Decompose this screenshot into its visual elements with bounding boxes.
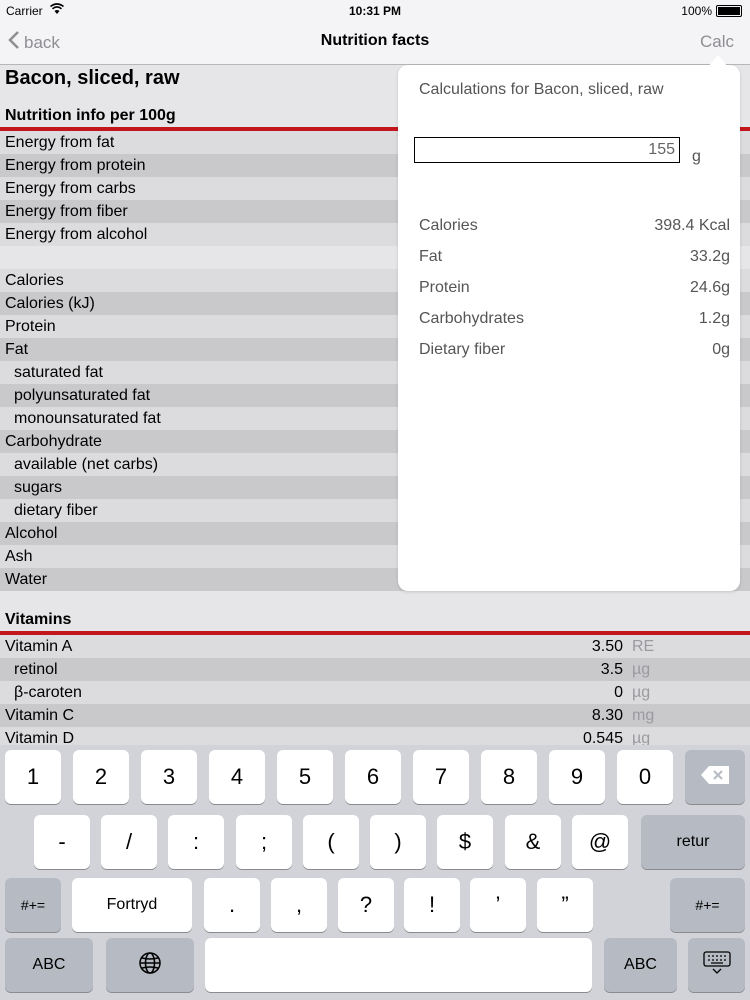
table-row: retinol 3.5 µg bbox=[0, 658, 750, 681]
key-exclamation[interactable]: ! bbox=[404, 878, 460, 932]
key-3[interactable]: 3 bbox=[141, 750, 197, 804]
abc-key-left[interactable]: ABC bbox=[5, 938, 93, 992]
calc-row-protein: Protein 24.6g bbox=[419, 279, 730, 297]
vitamin-unit: µg bbox=[632, 730, 651, 745]
globe-key[interactable] bbox=[106, 938, 194, 992]
key-period[interactable]: . bbox=[204, 878, 260, 932]
calc-label: Calories bbox=[419, 217, 478, 234]
key-comma[interactable]: , bbox=[271, 878, 327, 932]
calc-value: 1.2g bbox=[698, 310, 730, 327]
vitamins-section: Vitamins Vitamin A 3.50 RE retinol 3.5 µ… bbox=[0, 609, 750, 745]
navigation-bar: back Nutrition facts Calc bbox=[0, 22, 750, 65]
key-1[interactable]: 1 bbox=[5, 750, 61, 804]
calc-row-carbohydrates: Carbohydrates 1.2g bbox=[419, 310, 730, 328]
table-row: Vitamin A 3.50 RE bbox=[0, 635, 750, 658]
keyboard: 1 2 3 4 5 6 7 8 9 0 - / : ; ( ) $ & @ re… bbox=[0, 745, 750, 1000]
delete-key[interactable] bbox=[685, 750, 745, 804]
calc-row-fat: Fat 33.2g bbox=[419, 248, 730, 266]
calc-value: 0g bbox=[712, 341, 730, 358]
amount-input[interactable] bbox=[414, 137, 680, 163]
clock: 10:31 PM bbox=[348, 4, 402, 18]
keyboard-hide-icon bbox=[702, 950, 731, 980]
backspace-icon bbox=[700, 765, 730, 790]
calc-label: Protein bbox=[419, 279, 470, 296]
vitamin-name: Vitamin D bbox=[5, 730, 75, 745]
key-2[interactable]: 2 bbox=[73, 750, 129, 804]
key-7[interactable]: 7 bbox=[413, 750, 469, 804]
vitamin-unit: RE bbox=[632, 638, 655, 655]
vitamin-name: Vitamin C bbox=[5, 707, 75, 724]
calc-row-calories: Calories 398.4 Kcal bbox=[419, 217, 730, 235]
key-question[interactable]: ? bbox=[338, 878, 394, 932]
symbols-key-left[interactable]: #+= bbox=[5, 878, 61, 932]
key-semicolon[interactable]: ; bbox=[236, 815, 292, 869]
table-row: Vitamin D 0.545 µg bbox=[0, 727, 750, 745]
globe-icon bbox=[138, 951, 162, 980]
key-slash[interactable]: / bbox=[101, 815, 157, 869]
vitamin-value: 0 bbox=[614, 684, 623, 701]
key-4[interactable]: 4 bbox=[209, 750, 265, 804]
table-row: Vitamin C 8.30 mg bbox=[0, 704, 750, 727]
dismiss-keyboard-key[interactable] bbox=[688, 938, 745, 992]
calc-label: Fat bbox=[419, 248, 443, 265]
undo-key[interactable]: Fortryd bbox=[72, 878, 192, 932]
battery-icon bbox=[716, 5, 742, 17]
calc-label: Carbohydrates bbox=[419, 310, 524, 327]
key-ampersand[interactable]: & bbox=[505, 815, 561, 869]
calc-value: 24.6g bbox=[689, 279, 730, 296]
vitamin-name: β-caroten bbox=[14, 684, 82, 701]
key-0[interactable]: 0 bbox=[617, 750, 673, 804]
calc-label: Dietary fiber bbox=[419, 341, 506, 358]
vitamin-value: 3.50 bbox=[591, 638, 623, 655]
key-open-paren[interactable]: ( bbox=[303, 815, 359, 869]
popover-title: Calculations for Bacon, sliced, raw bbox=[419, 81, 664, 98]
key-dollar[interactable]: $ bbox=[437, 815, 493, 869]
page-title: Nutrition facts bbox=[320, 32, 430, 49]
return-key[interactable]: retur bbox=[641, 815, 745, 869]
key-6[interactable]: 6 bbox=[345, 750, 401, 804]
key-colon[interactable]: : bbox=[168, 815, 224, 869]
amount-unit: g bbox=[692, 148, 701, 165]
key-hyphen[interactable]: - bbox=[34, 815, 90, 869]
space-key[interactable] bbox=[205, 938, 592, 992]
vitamin-unit: mg bbox=[632, 707, 655, 724]
symbols-key-right[interactable]: #+= bbox=[670, 878, 745, 932]
food-title: Bacon, sliced, raw bbox=[5, 67, 180, 89]
calc-row-dietary-fiber: Dietary fiber 0g bbox=[419, 341, 730, 359]
vitamin-value: 0.545 bbox=[582, 730, 623, 745]
key-5[interactable]: 5 bbox=[277, 750, 333, 804]
calc-popover: Calculations for Bacon, sliced, raw g Ca… bbox=[398, 55, 740, 591]
table-row: β-caroten 0 µg bbox=[0, 681, 750, 704]
calc-value: 33.2g bbox=[689, 248, 730, 265]
vitamin-name: Vitamin A bbox=[5, 638, 73, 655]
vitamin-value: 3.5 bbox=[600, 661, 623, 678]
key-apostrophe[interactable]: ’ bbox=[470, 878, 526, 932]
vitamins-header: Vitamins bbox=[0, 609, 750, 635]
battery-level: 100% bbox=[681, 4, 712, 18]
key-9[interactable]: 9 bbox=[549, 750, 605, 804]
vitamin-unit: µg bbox=[632, 661, 651, 678]
status-bar: Carrier 10:31 PM 100% bbox=[0, 0, 750, 22]
key-at[interactable]: @ bbox=[572, 815, 628, 869]
key-close-paren[interactable]: ) bbox=[370, 815, 426, 869]
calc-value: 398.4 Kcal bbox=[654, 217, 730, 234]
key-8[interactable]: 8 bbox=[481, 750, 537, 804]
calc-button[interactable]: Calc bbox=[700, 32, 734, 52]
vitamin-value: 8.30 bbox=[591, 707, 623, 724]
vitamin-unit: µg bbox=[632, 684, 651, 701]
vitamin-name: retinol bbox=[14, 661, 58, 678]
abc-key-right[interactable]: ABC bbox=[604, 938, 677, 992]
key-quote[interactable]: ” bbox=[537, 878, 593, 932]
